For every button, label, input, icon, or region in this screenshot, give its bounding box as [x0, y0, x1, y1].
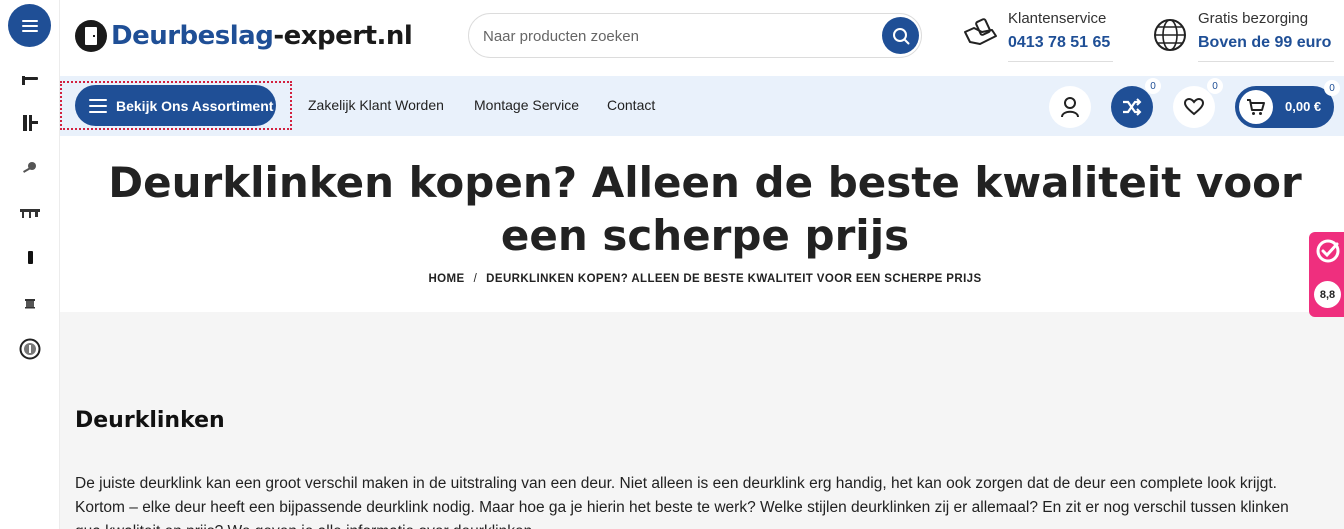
breadcrumb-current: DEURKLINKEN KOPEN? ALLEEN DE BESTE KWALI…	[486, 273, 982, 285]
main-navigation: Bekijk Ons Assortiment Zakelijk Klant Wo…	[60, 76, 1344, 136]
compare-count-badge: 0	[1145, 78, 1161, 94]
heart-icon	[1184, 98, 1204, 116]
info-icon[interactable]	[15, 335, 45, 363]
nav-link-contact[interactable]: Contact	[607, 97, 655, 113]
mail-slot-icon[interactable]	[15, 289, 45, 317]
review-widget[interactable]: 8,8	[1309, 232, 1344, 317]
nav-link-montage[interactable]: Montage Service	[474, 97, 579, 113]
hamburger-icon	[21, 19, 38, 32]
key-icon[interactable]	[15, 154, 45, 182]
hinge-icon[interactable]	[15, 109, 45, 137]
assortment-button[interactable]: Bekijk Ons Assortiment	[75, 85, 276, 126]
search-bar	[468, 13, 922, 58]
cart-button[interactable]: 0,00 € 0	[1235, 80, 1340, 128]
underline-divider	[1008, 61, 1113, 62]
shipping-threshold[interactable]: Boven de 99 euro	[1198, 34, 1331, 52]
review-logo-icon	[1316, 239, 1340, 263]
breadcrumb: HOME / DEURKLINKEN KOPEN? ALLEEN DE BESTE …	[100, 273, 1310, 285]
page-title: Deurklinken kopen? Alleen de beste kwali…	[108, 158, 1302, 260]
shuffle-icon	[1123, 98, 1142, 116]
site-logo[interactable]: Deurbeslag-expert.nl	[75, 18, 413, 54]
door-stop-icon[interactable]	[15, 244, 45, 272]
door-logo-icon	[75, 20, 107, 52]
door-handle-icon[interactable]	[15, 66, 45, 94]
sidebar-menu-button[interactable]	[8, 4, 51, 47]
cart-total: 0,00 €	[1285, 99, 1322, 114]
review-score: 8,8	[1314, 281, 1341, 308]
breadcrumb-separator: /	[473, 273, 478, 285]
logo-text: Deurbeslag-expert.nl	[111, 21, 413, 51]
wishlist-button[interactable]: 0	[1173, 78, 1223, 128]
cart-icon-holder	[1239, 90, 1273, 124]
wishlist-count-badge: 0	[1207, 78, 1223, 94]
user-icon	[1061, 97, 1079, 118]
section-heading: Deurklinken	[75, 408, 225, 433]
shipping-label: Gratis bezorging	[1198, 10, 1309, 27]
customer-service-block[interactable]: Klantenservice 0413 78 51 65	[962, 8, 1122, 62]
cart-count-badge: 0	[1324, 80, 1340, 96]
content-area: Deurklinken De juiste deurklink kan een …	[60, 312, 1344, 529]
phone-hand-icon	[964, 18, 997, 45]
hamburger-icon	[89, 98, 107, 113]
search-icon	[892, 27, 909, 44]
customer-service-phone[interactable]: 0413 78 51 65	[1008, 34, 1110, 52]
account-button[interactable]	[1049, 86, 1091, 128]
assortment-button-label: Bekijk Ons Assortiment	[116, 97, 274, 114]
shipping-block[interactable]: Gratis bezorging Boven de 99 euro	[1152, 8, 1342, 62]
category-sidebar	[0, 0, 60, 529]
underline-divider	[1198, 61, 1334, 62]
search-button[interactable]	[882, 17, 919, 54]
customer-service-label: Klantenservice	[1008, 10, 1107, 27]
search-input[interactable]	[483, 22, 873, 50]
nav-link-business[interactable]: Zakelijk Klant Worden	[308, 97, 444, 113]
breadcrumb-home[interactable]: HOME	[428, 273, 464, 285]
globe-icon	[1154, 19, 1186, 51]
lock-set-icon[interactable]	[15, 199, 45, 227]
cart-icon	[1247, 99, 1265, 115]
intro-paragraph: De juiste deurklink kan een groot versch…	[75, 475, 1289, 529]
compare-button[interactable]: 0	[1111, 78, 1161, 128]
